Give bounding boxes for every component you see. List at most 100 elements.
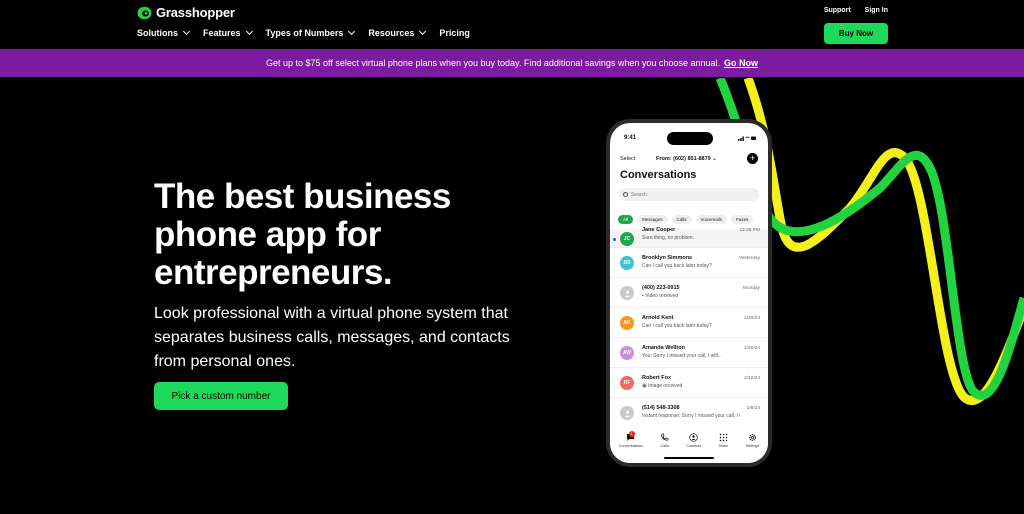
menu-types-of-numbers[interactable]: Types of Numbers <box>265 27 356 38</box>
list-item[interactable]: RF Robert Fox ▣ Image received 2/12/24 <box>610 368 768 398</box>
contact-name: (400) 223-0915 <box>642 285 680 291</box>
avatar: AW <box>620 346 634 360</box>
phone-icon <box>661 433 669 441</box>
message-preview: ▪ Video received <box>642 293 740 299</box>
go-now-link[interactable]: Go Now <box>724 58 758 68</box>
search-placeholder: Search <box>631 191 647 198</box>
message-time: Yesterday <box>738 256 760 261</box>
message-time: Monday <box>742 286 760 291</box>
contact-name: Brooklyn Simmons <box>642 255 693 261</box>
status-icons <box>738 135 756 143</box>
main-menu: Solutions Features Types of Numbers Reso… <box>137 27 484 38</box>
new-conversation-icon[interactable]: + <box>747 153 758 164</box>
contact-name: Robert Fox <box>642 375 672 381</box>
chevron-down-icon <box>419 27 427 36</box>
chip-voicemails[interactable]: Voicemails <box>695 215 728 224</box>
utility-links: Support Sign In <box>824 7 888 14</box>
menu-label: Features <box>203 28 241 38</box>
logo-icon <box>137 6 152 19</box>
message-text: Image received <box>648 383 683 389</box>
message-time: 2/8/24 <box>746 406 760 411</box>
status-time: 9:41 <box>624 135 637 141</box>
person-icon <box>624 290 630 297</box>
avatar: AK <box>620 316 634 330</box>
buy-now-button[interactable]: Buy Now <box>824 23 888 44</box>
chip-messages[interactable]: Messages <box>637 215 668 224</box>
support-link[interactable]: Support <box>824 7 851 14</box>
contact-name: (514) 548-3308 <box>642 405 680 411</box>
chip-calls[interactable]: Calls <box>671 215 692 224</box>
tab-conversations[interactable]: 1 Conversations <box>618 431 643 463</box>
message-time: 2/20/24 <box>743 316 760 321</box>
message-preview: Sure thing, no problem. <box>642 235 694 241</box>
menu-solutions[interactable]: Solutions <box>137 27 191 38</box>
menu-label: Solutions <box>137 28 178 38</box>
unread-dot <box>613 238 616 241</box>
menu-features[interactable]: Features <box>203 27 253 38</box>
search-icon <box>623 192 628 197</box>
grasshopper-logo[interactable]: Grasshopper <box>137 5 235 20</box>
dynamic-island <box>667 132 713 145</box>
contact-name: Jane Cooper <box>642 227 676 233</box>
search-input[interactable]: Search <box>619 188 759 201</box>
avatar <box>620 406 634 420</box>
list-item[interactable]: BS Brooklyn Simmons Can I call you back … <box>610 248 768 278</box>
tab-label: Settings <box>745 444 760 448</box>
menu-pricing[interactable]: Pricing <box>439 28 470 38</box>
contact-name: Arnold Kent <box>642 315 674 321</box>
contact-name: Amanda Wellton <box>642 345 685 351</box>
list-item[interactable]: (514) 548-3308 Instant response: Sorry I… <box>610 398 768 428</box>
message-text: Video received <box>645 293 679 299</box>
menu-label: Pricing <box>439 28 470 38</box>
tab-label: Conversations <box>618 444 643 448</box>
hero-subtitle: Look professional with a virtual phone s… <box>154 305 510 370</box>
message-preview: You: Sorry I missed your call, I will... <box>642 353 722 359</box>
list-item[interactable]: AK Arnold Kent Can I call you back later… <box>610 308 768 338</box>
message-time: 2/12/24 <box>743 376 760 381</box>
chip-faxes[interactable]: Faxes <box>731 215 754 224</box>
tab-label: Contacts <box>686 444 702 448</box>
menu-label: Resources <box>368 28 415 38</box>
gear-icon <box>749 434 756 441</box>
yellow-wave <box>743 78 1024 405</box>
from-number-selector[interactable]: From: (602) 851-8879 ⌄ <box>656 156 717 162</box>
avatar: JC <box>620 232 634 246</box>
chip-all[interactable]: All <box>618 215 634 224</box>
phone-screen: 9:41 Select From: (602) 851-8879 ⌄ + Con… <box>610 123 768 463</box>
sign-in-link[interactable]: Sign In <box>865 7 888 14</box>
pick-custom-number-button[interactable]: Pick a custom number <box>154 382 288 410</box>
top-navigation: Grasshopper Solutions Features Types of … <box>0 0 1024 48</box>
avatar: BS <box>620 256 634 270</box>
chevron-down-icon <box>245 27 253 36</box>
conversations-title: Conversations <box>620 169 697 181</box>
phone-mockup: 9:41 Select From: (602) 851-8879 ⌄ + Con… <box>606 119 772 467</box>
tab-dialer[interactable]: Dialer <box>718 433 728 463</box>
person-icon <box>624 410 630 417</box>
menu-label: Types of Numbers <box>265 28 344 38</box>
list-item[interactable]: JC Jane Cooper Sure thing, no problem. 1… <box>610 227 768 248</box>
unread-badge: 1 <box>628 431 635 437</box>
conversation-list: JC Jane Cooper Sure thing, no problem. 1… <box>610 227 768 428</box>
select-button[interactable]: Select <box>620 156 635 162</box>
home-indicator <box>664 456 714 459</box>
message-preview: ▣ Image received <box>642 383 740 389</box>
chevron-down-icon <box>348 27 356 36</box>
tab-settings[interactable]: Settings <box>745 433 760 463</box>
chevron-down-icon <box>182 27 191 36</box>
contact-icon <box>689 433 698 442</box>
avatar: RF <box>620 376 634 390</box>
signal-icon <box>738 136 756 141</box>
message-preview: Can I call you back later today? <box>642 263 712 269</box>
menu-resources[interactable]: Resources <box>368 27 427 38</box>
message-preview: Can I call you back later today? <box>642 323 712 329</box>
tab-label: Dialer <box>718 444 729 448</box>
from-number: From: (602) 851-8879 <box>656 156 711 162</box>
promo-banner: Get up to $75 off select virtual phone p… <box>0 49 1024 77</box>
avatar <box>620 286 634 300</box>
list-item[interactable]: AW Amanda Wellton You: Sorry I missed yo… <box>610 338 768 368</box>
logo-text: Grasshopper <box>156 5 235 20</box>
tab-label: Calls <box>660 444 669 448</box>
promo-text: Get up to $75 off select virtual phone p… <box>266 58 720 68</box>
hero-title: The best business phone app for entrepre… <box>154 177 451 292</box>
list-item[interactable]: (400) 223-0915 ▪ Video received Monday <box>610 278 768 308</box>
